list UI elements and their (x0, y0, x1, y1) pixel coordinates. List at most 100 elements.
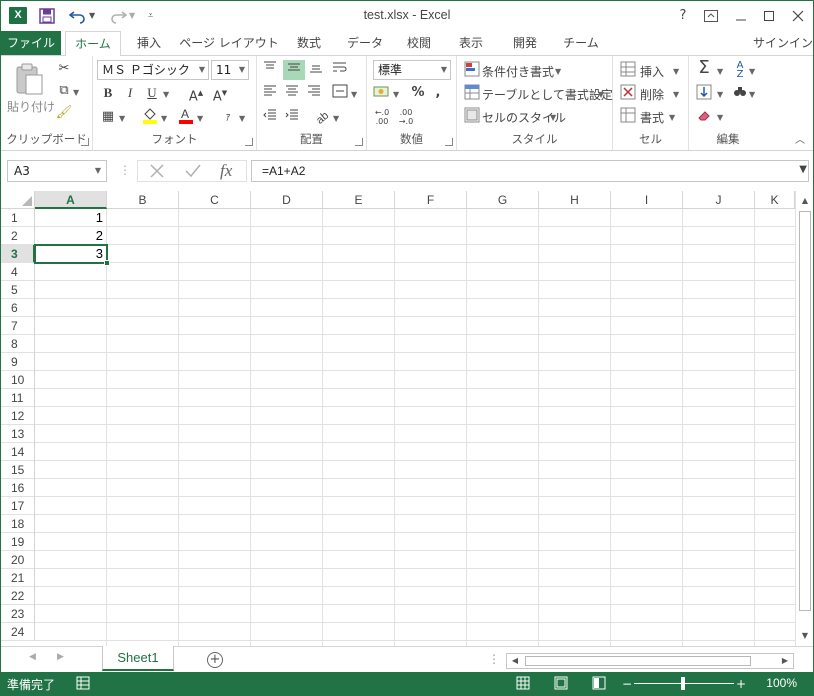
conditional-formatting-button[interactable]: 条件付き書式 (482, 63, 554, 80)
row-header-6[interactable]: 6 (1, 299, 35, 317)
cut-icon[interactable]: ✂ (55, 60, 73, 78)
percent-icon[interactable]: % (409, 84, 427, 102)
formula-bar-grip-icon[interactable]: ⋮ (119, 163, 131, 177)
font-size-select[interactable]: 11 ▼ (211, 60, 249, 80)
paste-icon[interactable] (11, 62, 45, 96)
number-format-select[interactable]: 標準 ▼ (373, 60, 451, 80)
row-header-9[interactable]: 9 (1, 353, 35, 371)
maximize-icon[interactable] (757, 5, 781, 27)
chevron-down-icon[interactable]: ▼ (598, 90, 604, 99)
row-header-21[interactable]: 21 (1, 569, 35, 587)
sheet-tab-sheet1[interactable]: Sheet1 (102, 646, 174, 671)
insert-cells-icon[interactable] (619, 61, 637, 79)
orientation-icon[interactable]: ab (313, 108, 331, 127)
find-select-icon[interactable] (731, 84, 749, 102)
paste-label[interactable]: 貼り付け (7, 98, 55, 115)
row-header-16[interactable]: 16 (1, 479, 35, 497)
column-header-c[interactable]: C (179, 191, 251, 209)
row-header-8[interactable]: 8 (1, 335, 35, 353)
horizontal-scrollbar[interactable]: ◀ ▶ (506, 653, 794, 669)
comma-style-icon[interactable]: , (429, 84, 447, 102)
row-header-3[interactable]: 3 (1, 245, 35, 263)
underline-button[interactable]: U (143, 84, 161, 102)
fill-icon[interactable] (695, 84, 713, 102)
row-header-20[interactable]: 20 (1, 551, 35, 569)
merge-dropdown-icon[interactable]: ▼ (351, 90, 357, 99)
row-header-2[interactable]: 2 (1, 227, 35, 245)
delete-cells-icon[interactable] (619, 84, 637, 102)
expand-formula-bar-icon[interactable]: ▼ (799, 164, 807, 175)
minimize-icon[interactable] (729, 5, 753, 27)
row-header-24[interactable]: 24 (1, 623, 35, 641)
phonetic-icon[interactable]: ｧ (219, 108, 237, 126)
scroll-down-icon[interactable]: ▼ (797, 628, 813, 644)
chevron-down-icon[interactable]: ▼ (669, 113, 675, 122)
zoom-slider-thumb[interactable] (681, 677, 685, 690)
column-header-k[interactable]: K (755, 191, 795, 209)
align-middle-icon[interactable] (283, 60, 305, 80)
row-header-5[interactable]: 5 (1, 281, 35, 299)
page-layout-view-icon[interactable] (553, 676, 569, 692)
row-header-12[interactable]: 12 (1, 407, 35, 425)
zoom-out-icon[interactable]: − (619, 676, 635, 692)
font-color-dropdown-icon[interactable]: ▼ (197, 114, 203, 123)
copy-dropdown-icon[interactable]: ▼ (73, 88, 79, 97)
decrease-font-size-icon[interactable]: A▼ (211, 84, 229, 104)
insert-cells-button[interactable]: 挿入 (640, 63, 664, 80)
autosum-dropdown-icon[interactable]: ▼ (717, 67, 723, 76)
chevron-down-icon[interactable]: ▼ (673, 90, 679, 99)
column-header-b[interactable]: B (107, 191, 179, 209)
wrap-text-icon[interactable] (331, 60, 349, 78)
insert-function-icon[interactable]: fx (220, 161, 232, 181)
column-header-f[interactable]: F (395, 191, 467, 209)
row-header-22[interactable]: 22 (1, 587, 35, 605)
scroll-up-icon[interactable]: ▲ (797, 193, 813, 209)
chevron-down-icon[interactable]: ▼ (555, 67, 561, 76)
column-header-g[interactable]: G (467, 191, 539, 209)
tab-data[interactable]: データ (339, 31, 391, 55)
column-header-e[interactable]: E (323, 191, 395, 209)
row-header-23[interactable]: 23 (1, 605, 35, 623)
increase-indent-icon[interactable] (283, 108, 301, 126)
column-header-a[interactable]: A (35, 191, 107, 209)
format-painter-icon[interactable]: 🖌 (55, 104, 73, 122)
conditional-formatting-icon[interactable] (463, 61, 481, 79)
decrease-decimal-icon[interactable]: .00 →.0 (397, 108, 415, 126)
cancel-icon[interactable] (148, 162, 166, 180)
formula-input[interactable]: =A1+A2 (251, 160, 809, 182)
cell-styles-icon[interactable] (463, 107, 481, 125)
column-header-h[interactable]: H (539, 191, 611, 209)
help-button[interactable]: ? (671, 5, 695, 27)
bold-button[interactable]: B (99, 84, 117, 102)
font-launcher-icon[interactable] (245, 138, 253, 146)
row-header-7[interactable]: 7 (1, 317, 35, 335)
sort-filter-icon[interactable]: AZ (731, 61, 749, 80)
italic-button[interactable]: I (121, 84, 139, 102)
align-right-icon[interactable] (305, 84, 323, 102)
tab-review[interactable]: 校閲 (397, 31, 441, 55)
column-header-i[interactable]: I (611, 191, 683, 209)
sort-filter-dropdown-icon[interactable]: ▼ (749, 67, 755, 76)
signin-link[interactable]: サインイン (753, 31, 813, 55)
decrease-indent-icon[interactable] (261, 108, 279, 126)
tab-page-layout[interactable]: ページ レイアウト (179, 31, 279, 55)
tab-split-grip-icon[interactable]: ⋮ (488, 652, 500, 666)
increase-decimal-icon[interactable]: ←.0.00 (373, 108, 391, 126)
name-box[interactable]: A3 ▼ (7, 160, 107, 182)
next-sheet-icon[interactable]: ▶ (57, 652, 64, 662)
format-as-table-icon[interactable] (463, 84, 481, 102)
align-left-icon[interactable] (261, 84, 279, 102)
tab-formulas[interactable]: 数式 (287, 31, 331, 55)
row-header-13[interactable]: 13 (1, 425, 35, 443)
macro-recording-icon[interactable] (75, 676, 91, 692)
zoom-level[interactable]: 100% (766, 676, 797, 690)
chevron-down-icon[interactable]: ▼ (673, 67, 679, 76)
tab-view[interactable]: 表示 (449, 31, 493, 55)
scroll-left-icon[interactable]: ◀ (507, 653, 523, 669)
fill-color-dropdown-icon[interactable]: ▼ (161, 114, 167, 123)
tab-insert[interactable]: 挿入 (127, 31, 171, 55)
font-color-icon[interactable]: A (177, 106, 195, 124)
row-header-11[interactable]: 11 (1, 389, 35, 407)
align-bottom-icon[interactable] (307, 60, 325, 78)
copy-icon[interactable]: ⧉ (55, 82, 73, 100)
